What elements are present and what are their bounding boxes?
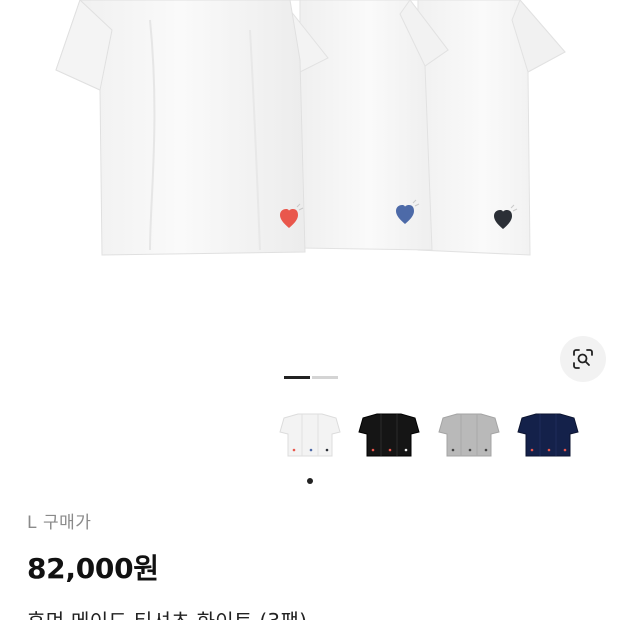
navy-tshirt-thumbnail-icon	[517, 413, 579, 457]
thumbnail-pager-dot	[307, 478, 313, 484]
tshirt-left	[55, 0, 306, 256]
thumbnail-black[interactable]	[357, 410, 421, 465]
purchase-price-label: 구매가	[42, 513, 92, 533]
product-info: L구매가 82,000원 휴먼 메이드 티셔츠 화이트 (3팩)	[27, 508, 600, 620]
tshirt-middle	[281, 0, 449, 251]
pager-segment-1[interactable]	[284, 376, 310, 379]
size-label: L	[27, 513, 37, 533]
white-tshirt-thumbnail-icon	[279, 413, 341, 457]
image-search-icon	[573, 349, 593, 369]
black-tshirt-thumbnail-icon	[358, 413, 420, 457]
color-variant-thumbnails	[0, 410, 620, 465]
pager-segment-2[interactable]	[312, 376, 338, 379]
price-label-row: L 구매가	[27, 508, 600, 533]
image-pager	[284, 376, 338, 379]
thumbnail-white[interactable]	[278, 410, 342, 465]
product-price: 82,000원	[27, 552, 159, 585]
product-hero-image[interactable]	[0, 0, 620, 330]
thumbnail-gray[interactable]	[437, 410, 501, 465]
product-title: 휴먼 메이드 티셔츠 화이트 (3팩)	[27, 605, 600, 620]
image-search-button[interactable]	[560, 336, 606, 382]
gray-tshirt-thumbnail-icon	[438, 413, 500, 457]
thumbnail-navy[interactable]	[516, 410, 580, 465]
white-tshirts-illustration	[55, 0, 566, 256]
